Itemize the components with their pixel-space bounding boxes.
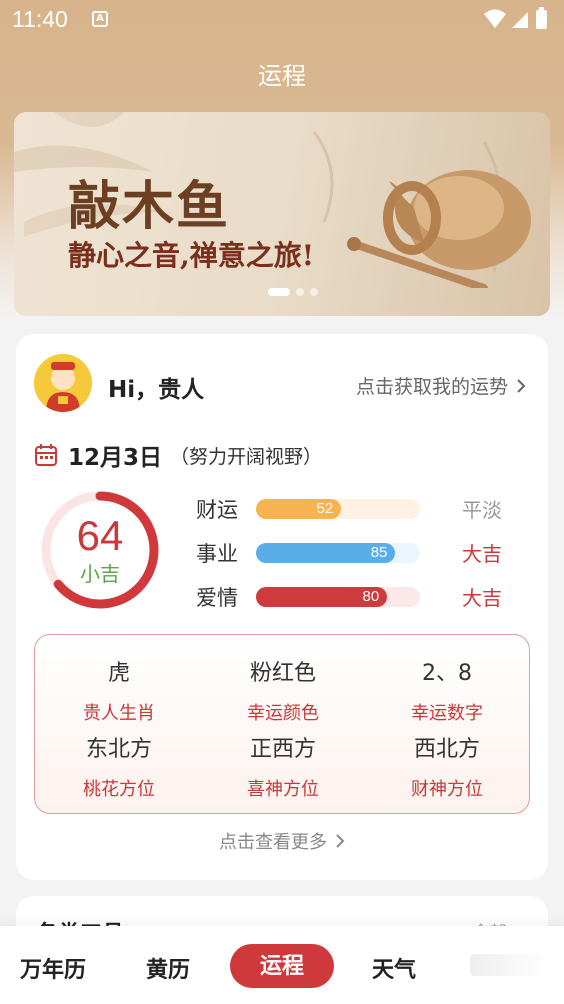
battery-icon — [536, 10, 547, 29]
lucky-info-box: 虎 贵人生肖 粉红色 幸运颜色 2、8 幸运数字 东北方 桃花方位 正西方 喜神… — [34, 634, 530, 814]
info-cell-romance-direction: 东北方 桃花方位 — [39, 731, 199, 801]
bar-row-love: 爱情 80 大吉 — [196, 582, 526, 612]
info-cell-wealth-direction: 西北方 财神方位 — [367, 731, 527, 801]
info-value: 虎 — [107, 661, 130, 686]
avatar[interactable] — [34, 354, 92, 412]
bar-label: 事业 — [196, 542, 238, 566]
bar-track: 80 — [256, 587, 420, 607]
info-value: 2、8 — [422, 661, 472, 686]
nav-item-almanac[interactable]: 黄历 — [146, 952, 190, 984]
date-row: 12月3日 （努力开阔视野） — [34, 438, 322, 472]
bottom-nav: 万年历 黄历 运程 天气 — [0, 926, 564, 1004]
date-note: （努力开阔视野） — [170, 445, 323, 468]
page-title: 运程 — [258, 62, 306, 90]
get-fortune-link[interactable]: 点击获取我的运势 — [356, 372, 526, 399]
bar-track: 52 — [256, 499, 420, 519]
bar-value: 52 — [316, 500, 334, 517]
carousel-dot — [268, 288, 290, 296]
bar-level: 大吉 — [462, 542, 502, 566]
wifi-icon — [484, 9, 506, 28]
bar-track: 85 — [256, 543, 420, 563]
info-label: 贵人生肖 — [83, 703, 155, 724]
view-more-link[interactable]: 点击查看更多 — [16, 828, 548, 854]
nav-item-fortune[interactable]: 运程 — [230, 944, 334, 988]
info-value: 粉红色 — [249, 661, 316, 686]
info-value: 西北方 — [413, 737, 480, 762]
banner-title: 敲木鱼 — [68, 176, 231, 237]
calendar-icon — [35, 444, 57, 466]
bar-level: 大吉 — [462, 586, 502, 610]
bar-level: 平淡 — [462, 498, 502, 522]
bar-label: 财运 — [196, 498, 238, 522]
bar-row-wealth: 财运 52 平淡 — [196, 494, 526, 524]
nav-item-weather[interactable]: 天气 — [372, 952, 416, 984]
info-label: 桃花方位 — [83, 779, 155, 800]
chevron-right-icon — [517, 378, 526, 393]
info-cell-color: 粉红色 幸运颜色 — [203, 655, 363, 725]
status-time: 11:40 — [12, 6, 68, 32]
info-label: 幸运数字 — [411, 703, 483, 724]
god-of-wealth-icon — [34, 354, 92, 412]
score-value: 64 — [76, 512, 124, 559]
info-value: 东北方 — [85, 737, 152, 762]
info-cell-zodiac: 虎 贵人生肖 — [39, 655, 199, 725]
info-cell-number: 2、8 幸运数字 — [367, 655, 527, 725]
carousel-dot — [296, 288, 304, 296]
bar-value: 85 — [370, 544, 388, 561]
bar-fill: 85 — [256, 543, 396, 563]
nav-item-calendar[interactable]: 万年历 — [20, 952, 86, 984]
bar-label: 爱情 — [196, 586, 238, 610]
info-label: 喜神方位 — [247, 779, 319, 800]
nav-item-faded[interactable] — [470, 954, 550, 976]
info-label: 幸运颜色 — [247, 703, 319, 724]
status-icons — [484, 7, 547, 29]
chevron-right-icon — [336, 834, 345, 848]
a-icon: A — [92, 11, 108, 27]
bar-fill: 52 — [256, 499, 342, 519]
carousel-dots — [268, 288, 318, 296]
info-cell-joy-direction: 正西方 喜神方位 — [203, 731, 363, 801]
status-bar: 11:40 A — [0, 0, 564, 40]
banner-carousel[interactable]: 敲木鱼 静心之音,禅意之旅! — [14, 112, 550, 316]
view-more-label: 点击查看更多 — [219, 832, 327, 853]
greeting: Hi，贵人 — [108, 377, 205, 403]
fortune-card: Hi，贵人 点击获取我的运势 12月3日 （努力开阔视野） 64 小吉 财运 5… — [16, 334, 548, 880]
wooden-fish-icon — [347, 170, 531, 288]
bar-row-career: 事业 85 大吉 — [196, 538, 526, 568]
info-value: 正西方 — [249, 737, 316, 762]
bar-fill: 80 — [256, 587, 388, 607]
fortune-date: 12月3日 — [68, 445, 163, 471]
score-label: 小吉 — [80, 562, 120, 586]
banner-subtitle: 静心之音,禅意之旅! — [68, 239, 315, 272]
info-label: 财神方位 — [411, 779, 483, 800]
carousel-dot — [310, 288, 318, 296]
bar-value: 80 — [362, 588, 380, 605]
get-fortune-label: 点击获取我的运势 — [355, 376, 508, 398]
signal-icon — [512, 12, 528, 28]
